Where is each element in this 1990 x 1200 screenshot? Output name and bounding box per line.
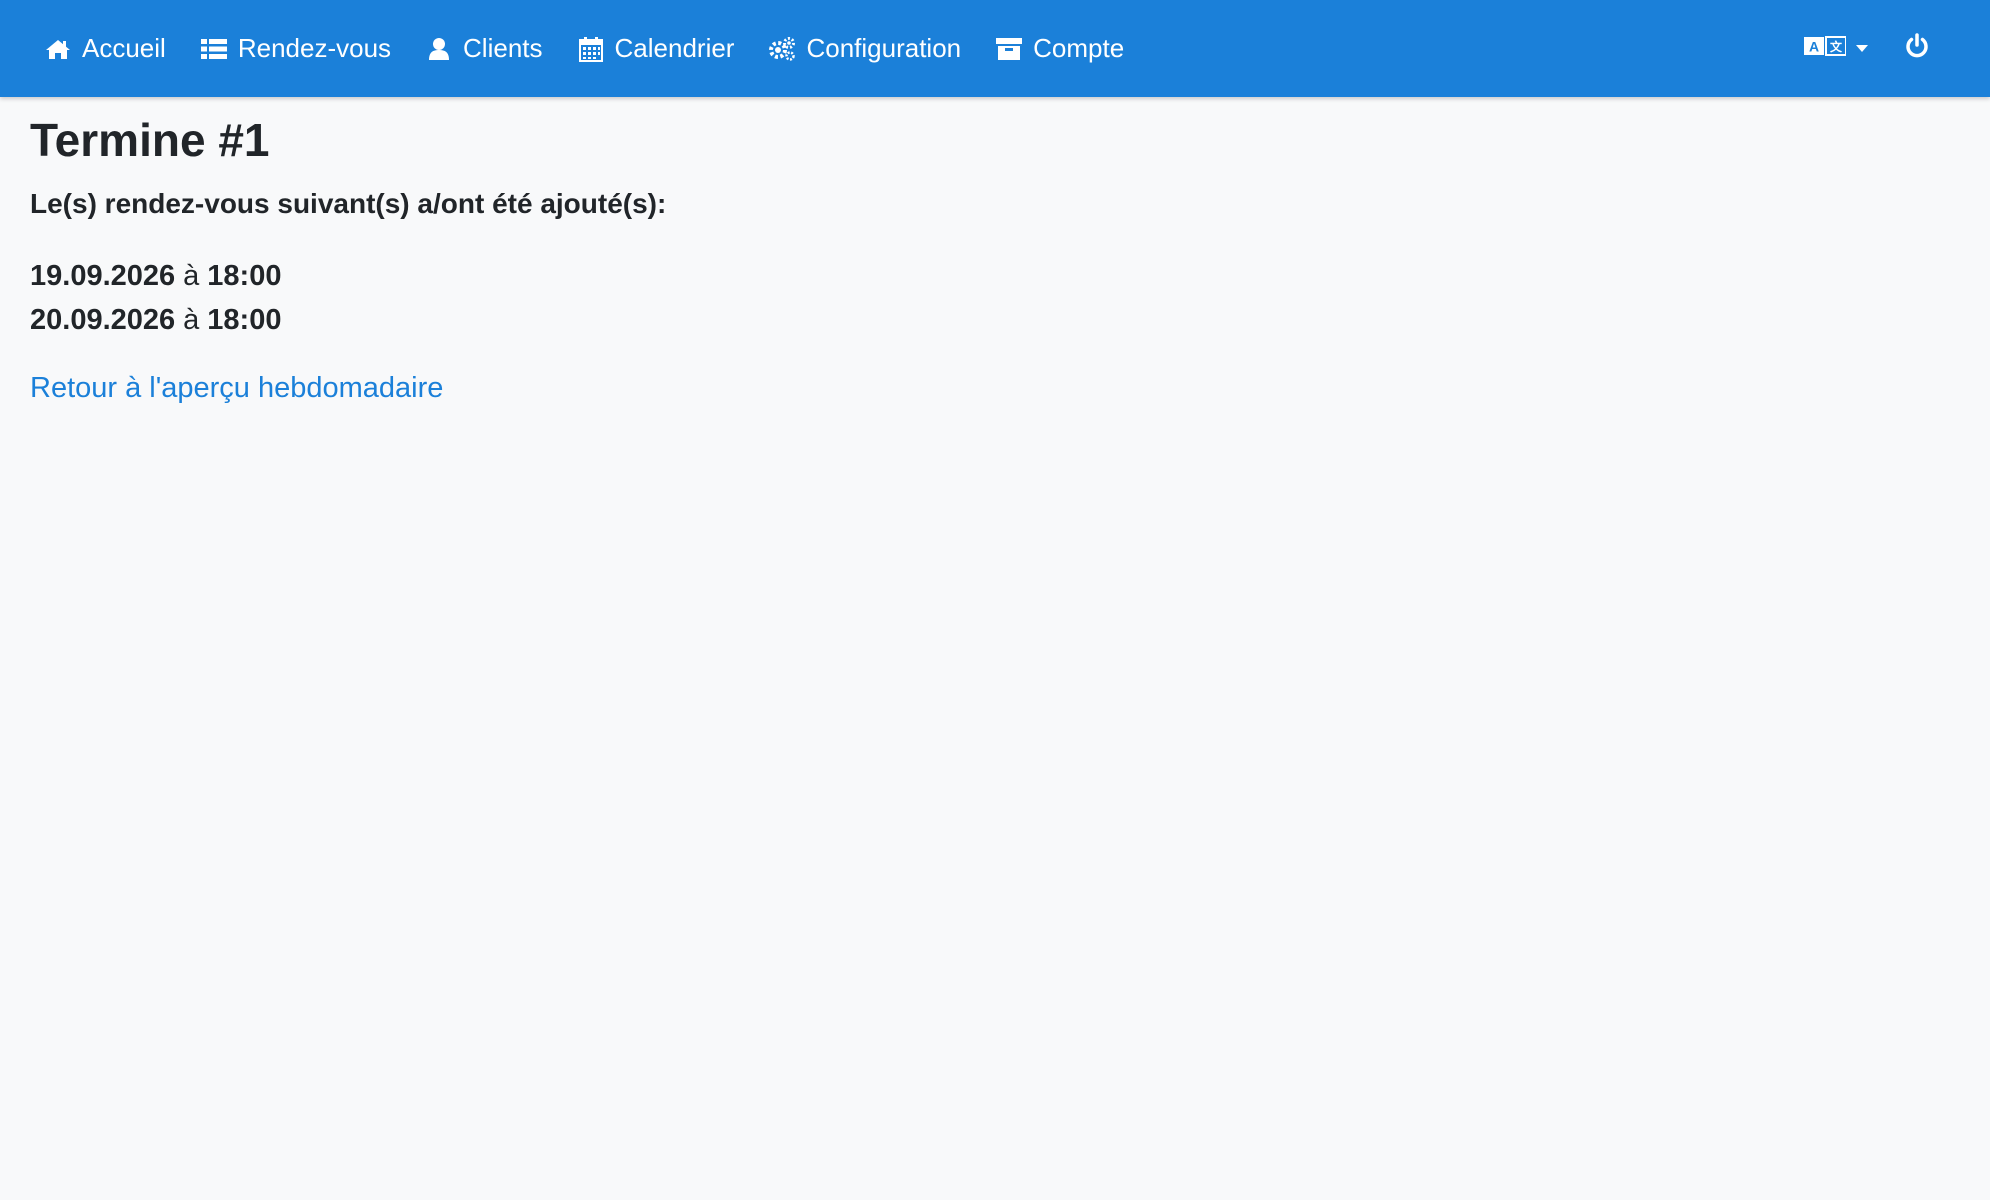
appointment-list: 19.09.2026 à 18:00 20.09.2026 à 18:00 — [30, 254, 1930, 342]
nav-item-accueil[interactable]: Accueil — [44, 33, 166, 64]
appointment-date: 20.09.2026 — [30, 304, 176, 337]
appointment-separator: à — [183, 304, 200, 337]
main-content: Termine #1 Le(s) rendez-vous suivant(s) … — [30, 97, 1930, 405]
page-title: Termine #1 — [30, 114, 270, 166]
nav-item-label: Accueil — [82, 33, 166, 63]
svg-text:文: 文 — [1830, 39, 1843, 54]
home-icon — [44, 35, 72, 63]
list-icon — [200, 35, 228, 63]
appointment-separator: à — [183, 260, 200, 293]
language-icon: A文 — [1804, 35, 1847, 62]
nav-item-label: Configuration — [806, 33, 962, 63]
appointment-item: 20.09.2026 à 18:00 — [30, 298, 1930, 342]
appointment-time: 18:00 — [207, 260, 282, 293]
calendar-icon — [577, 35, 605, 63]
nav-item-compte[interactable]: Compte — [995, 33, 1124, 64]
cogs-icon — [768, 35, 796, 63]
main-nav: Accueil Rendez-vous Clients Calendrier C… — [44, 0, 1158, 97]
svg-text:A: A — [1809, 39, 1819, 55]
nav-right: A文 — [1804, 0, 1930, 97]
nav-item-clients[interactable]: Clients — [425, 33, 543, 64]
top-navbar: Accueil Rendez-vous Clients Calendrier C… — [0, 0, 1990, 97]
back-to-weekly-overview-link[interactable]: Retour à l'aperçu hebdomadaire — [30, 372, 443, 405]
user-icon — [425, 35, 453, 63]
logout-button[interactable] — [1904, 33, 1930, 64]
nav-item-calendrier[interactable]: Calendrier — [577, 33, 735, 64]
nav-item-rendez-vous[interactable]: Rendez-vous — [200, 33, 391, 64]
nav-item-label: Calendrier — [614, 33, 735, 63]
appointment-date: 19.09.2026 — [30, 260, 176, 293]
nav-item-configuration[interactable]: Configuration — [768, 33, 961, 64]
appointment-time: 18:00 — [207, 304, 282, 337]
nav-item-label: Rendez-vous — [237, 33, 392, 63]
power-icon — [1904, 33, 1930, 64]
appointment-item: 19.09.2026 à 18:00 — [30, 254, 1930, 298]
nav-item-label: Compte — [1033, 33, 1125, 63]
nav-item-label: Clients — [463, 33, 543, 63]
archive-icon — [995, 35, 1023, 63]
chevron-down-icon — [1856, 45, 1868, 52]
language-dropdown[interactable]: A文 — [1804, 35, 1868, 62]
confirmation-message: Le(s) rendez-vous suivant(s) a/ont été a… — [30, 188, 667, 220]
